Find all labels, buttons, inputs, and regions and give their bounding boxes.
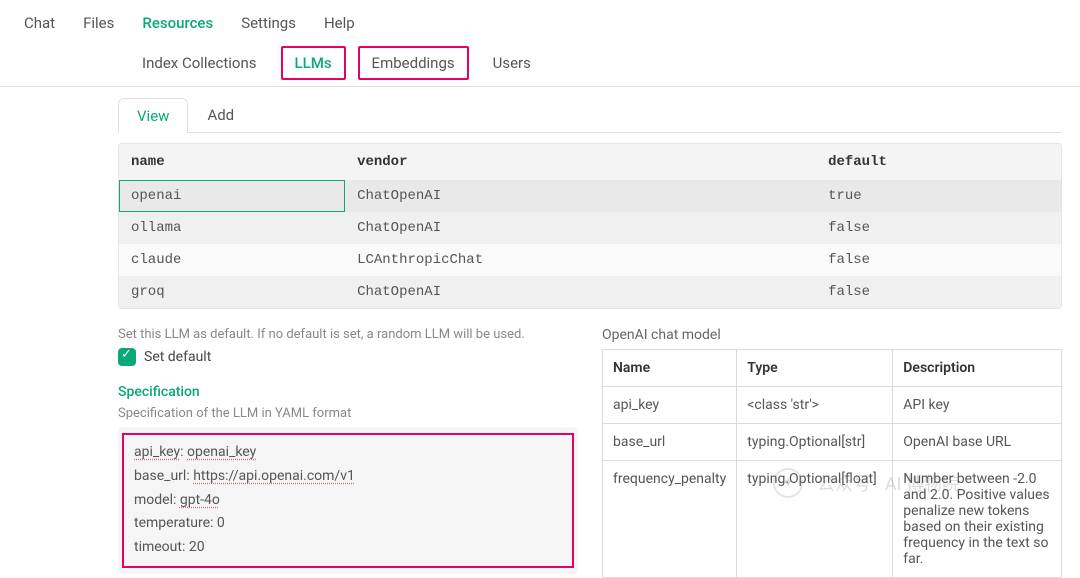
tab-index-collections[interactable]: Index Collections xyxy=(130,48,269,78)
resource-subnav: Index Collections LLMs Embeddings Users xyxy=(0,46,1080,87)
panel-tabs: View Add xyxy=(118,97,1062,133)
yaml-line: model: gpt-4o xyxy=(134,489,562,513)
cell-vendor: ChatOpenAI xyxy=(345,276,816,308)
yaml-line: base_url: https://api.openai.com/v1 xyxy=(134,465,562,489)
top-nav: Chat Files Resources Settings Help xyxy=(0,0,1080,46)
nav-settings[interactable]: Settings xyxy=(241,14,296,32)
spec-name: base_url xyxy=(603,424,737,461)
spec-col-type: Type xyxy=(737,350,893,387)
spec-type: <class 'str'> xyxy=(737,387,893,424)
cell-default: false xyxy=(816,212,1061,244)
cell-default: true xyxy=(816,180,1061,212)
cell-name: ollama xyxy=(119,212,345,244)
nav-help[interactable]: Help xyxy=(324,14,355,32)
cell-vendor: ChatOpenAI xyxy=(345,180,816,212)
cell-default: false xyxy=(816,244,1061,276)
nav-resources[interactable]: Resources xyxy=(142,14,213,32)
openai-spec-panel: OpenAI chat model Name Type Description … xyxy=(602,327,1062,578)
cell-vendor: LCAnthropicChat xyxy=(345,244,816,276)
spec-row: frequency_penalty typing.Optional[float]… xyxy=(603,461,1062,578)
spec-col-name: Name xyxy=(603,350,737,387)
spec-type: typing.Optional[float] xyxy=(737,461,893,578)
table-row[interactable]: openai ChatOpenAI true xyxy=(119,180,1061,212)
cell-name: claude xyxy=(119,244,345,276)
spec-type: typing.Optional[str] xyxy=(737,424,893,461)
set-default-label: Set default xyxy=(144,349,211,365)
nav-chat[interactable]: Chat xyxy=(24,14,55,32)
spec-name: api_key xyxy=(603,387,737,424)
table-row[interactable]: groq ChatOpenAI false xyxy=(119,276,1061,308)
col-default: default xyxy=(816,144,1061,180)
specification-title: Specification xyxy=(118,384,578,400)
set-default-row: Set default xyxy=(118,348,578,366)
spec-row: api_key <class 'str'> API key xyxy=(603,387,1062,424)
llm-table-container: name vendor default openai ChatOpenAI tr… xyxy=(118,143,1062,309)
spec-row: base_url typing.Optional[str] OpenAI bas… xyxy=(603,424,1062,461)
yaml-line: api_key: openai_key xyxy=(134,441,562,465)
spec-col-desc: Description xyxy=(893,350,1062,387)
llm-table-header-row: name vendor default xyxy=(119,144,1061,180)
tab-view[interactable]: View xyxy=(118,98,188,133)
llm-table: name vendor default openai ChatOpenAI tr… xyxy=(119,144,1061,308)
cell-name: openai xyxy=(119,180,345,212)
main-panel: View Add name vendor default openai Chat… xyxy=(0,97,1080,578)
tab-llms[interactable]: LLMs xyxy=(281,46,346,80)
lower-panels: Set this LLM as default. If no default i… xyxy=(118,327,1062,578)
spec-desc: OpenAI base URL xyxy=(893,424,1062,461)
table-row[interactable]: claude LCAnthropicChat false xyxy=(119,244,1061,276)
spec-desc: Number between -2.0 and 2.0. Positive va… xyxy=(893,461,1062,578)
tab-embeddings[interactable]: Embeddings xyxy=(358,46,469,80)
nav-files[interactable]: Files xyxy=(83,14,114,32)
default-and-spec-panel: Set this LLM as default. If no default i… xyxy=(118,327,578,578)
col-vendor: vendor xyxy=(345,144,816,180)
col-name: name xyxy=(119,144,345,180)
cell-default: false xyxy=(816,276,1061,308)
set-default-checkbox[interactable] xyxy=(118,348,136,366)
spec-name: frequency_penalty xyxy=(603,461,737,578)
cell-vendor: ChatOpenAI xyxy=(345,212,816,244)
specification-hint: Specification of the LLM in YAML format xyxy=(118,406,578,421)
cell-name: groq xyxy=(119,276,345,308)
tab-add[interactable]: Add xyxy=(188,97,253,132)
openai-spec-table: Name Type Description api_key <class 'st… xyxy=(602,349,1062,578)
spec-header-row: Name Type Description xyxy=(603,350,1062,387)
table-row[interactable]: ollama ChatOpenAI false xyxy=(119,212,1061,244)
yaml-highlight-box: api_key: openai_key base_url: https://ap… xyxy=(122,433,574,568)
tab-users[interactable]: Users xyxy=(481,48,543,78)
openai-spec-title: OpenAI chat model xyxy=(602,327,1062,343)
spec-desc: API key xyxy=(893,387,1062,424)
yaml-editor[interactable]: api_key: openai_key base_url: https://ap… xyxy=(118,427,578,574)
yaml-line: timeout: 20 xyxy=(134,536,562,560)
default-hint: Set this LLM as default. If no default i… xyxy=(118,327,578,342)
